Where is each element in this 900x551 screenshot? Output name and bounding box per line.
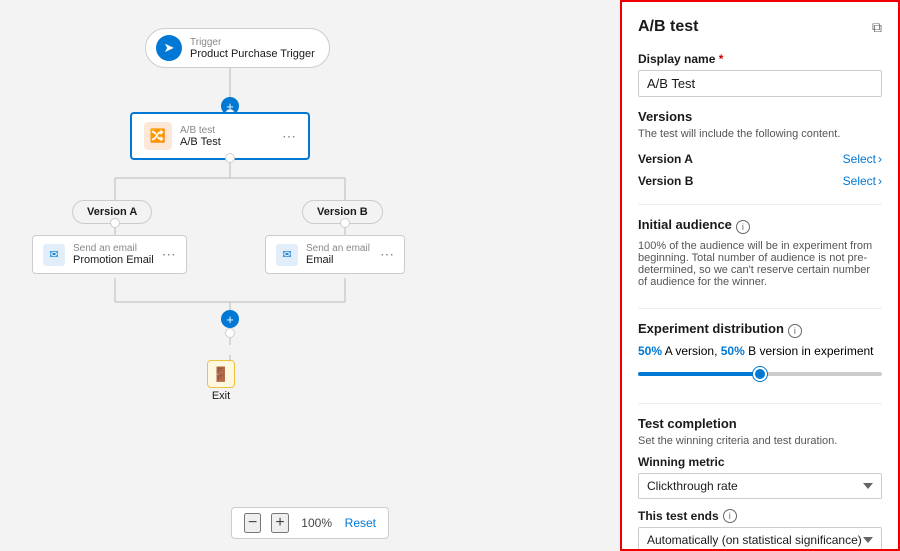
email-a-name: Promotion Email (73, 254, 154, 266)
experiment-dist-info-icon[interactable]: i (788, 324, 802, 338)
email-b-sublabel: Send an email (306, 243, 370, 254)
initial-audience-title: Initial audience (638, 217, 732, 232)
exit-label: Exit (207, 390, 235, 402)
connector-circle-b (340, 218, 350, 228)
initial-audience-info-icon[interactable]: i (736, 220, 750, 234)
add-node-button-2[interactable]: + (221, 310, 239, 328)
zoom-toolbar: − + 100% Reset (231, 507, 389, 539)
canvas-connectors (0, 0, 620, 551)
display-name-input[interactable] (638, 70, 882, 97)
version-b-row: Version B Select › (638, 170, 882, 192)
version-a-row: Version A Select › (638, 148, 882, 170)
distribution-slider[interactable] (638, 372, 882, 376)
connector-circle-merge (225, 328, 235, 338)
ab-node-menu[interactable]: ⋯ (282, 128, 296, 145)
panel-header: A/B test ⧉ (638, 18, 882, 36)
connector-circle-2 (225, 153, 235, 163)
versions-desc: The test will include the following cont… (638, 128, 882, 140)
trigger-icon: ➤ (156, 35, 182, 61)
exit-node: 🚪 Exit (207, 360, 235, 402)
winning-metric-label: Winning metric (638, 455, 882, 469)
winning-metric-select[interactable]: Clickthrough rate Open rate Conversion r… (638, 473, 882, 499)
test-ends-label: This test ends (638, 509, 719, 523)
divider-3 (638, 403, 882, 404)
reset-button[interactable]: Reset (345, 516, 376, 530)
initial-audience-row: Initial audience i (638, 217, 882, 236)
zoom-level: 100% (299, 516, 335, 530)
test-ends-row: This test ends i (638, 509, 882, 523)
trigger-name: Product Purchase Trigger (190, 48, 315, 60)
connector-circle-a (110, 218, 120, 228)
canvas-area: ➤ Trigger Product Purchase Trigger + 🔀 A… (0, 0, 620, 551)
ab-sublabel: A/B test (180, 125, 221, 136)
panel-expand-icon[interactable]: ⧉ (872, 19, 882, 36)
trigger-node[interactable]: ➤ Trigger Product Purchase Trigger (145, 28, 330, 68)
initial-audience-desc: 100% of the audience will be in experime… (638, 240, 882, 288)
ab-test-icon: 🔀 (144, 122, 172, 150)
divider-2 (638, 308, 882, 309)
email-b-menu[interactable]: ⋯ (380, 246, 394, 263)
distribution-slider-container (638, 364, 882, 379)
email-b-icon: ✉ (276, 244, 298, 266)
trigger-label: Trigger (190, 37, 315, 48)
version-a-select[interactable]: Select › (843, 152, 882, 166)
ab-test-panel: A/B test ⧉ Display name Versions The tes… (620, 0, 900, 551)
zoom-out-button[interactable]: − (244, 513, 261, 533)
experiment-dist-title: Experiment distribution (638, 321, 784, 336)
exit-icon: 🚪 (207, 360, 235, 388)
test-ends-info-icon[interactable]: i (723, 509, 737, 523)
display-name-label: Display name (638, 52, 882, 66)
ab-name: A/B Test (180, 136, 221, 148)
ab-test-node[interactable]: 🔀 A/B test A/B Test ⋯ (130, 112, 310, 160)
experiment-dist-row: Experiment distribution i (638, 321, 882, 340)
version-a-label: Version A (638, 152, 693, 166)
dist-b-value: 50% (721, 344, 745, 358)
zoom-in-button[interactable]: + (271, 513, 288, 533)
panel-title: A/B test (638, 18, 698, 36)
dist-a-value: 50% (638, 344, 662, 358)
divider-1 (638, 204, 882, 205)
versions-title: Versions (638, 109, 882, 124)
email-a-sublabel: Send an email (73, 243, 154, 254)
test-completion-desc: Set the winning criteria and test durati… (638, 435, 882, 447)
distribution-text: 50% A version, 50% B version in experime… (638, 344, 882, 358)
test-ends-select[interactable]: Automatically (on statistical significan… (638, 527, 882, 551)
email-b-name: Email (306, 254, 370, 266)
version-b-select[interactable]: Select › (843, 174, 882, 188)
email-a-icon: ✉ (43, 244, 65, 266)
email-a-menu[interactable]: ⋯ (162, 246, 176, 263)
email-b-node[interactable]: ✉ Send an email Email ⋯ (265, 235, 405, 274)
version-b-label: Version B (638, 174, 693, 188)
email-a-node[interactable]: ✉ Send an email Promotion Email ⋯ (32, 235, 187, 274)
test-completion-title: Test completion (638, 416, 882, 431)
